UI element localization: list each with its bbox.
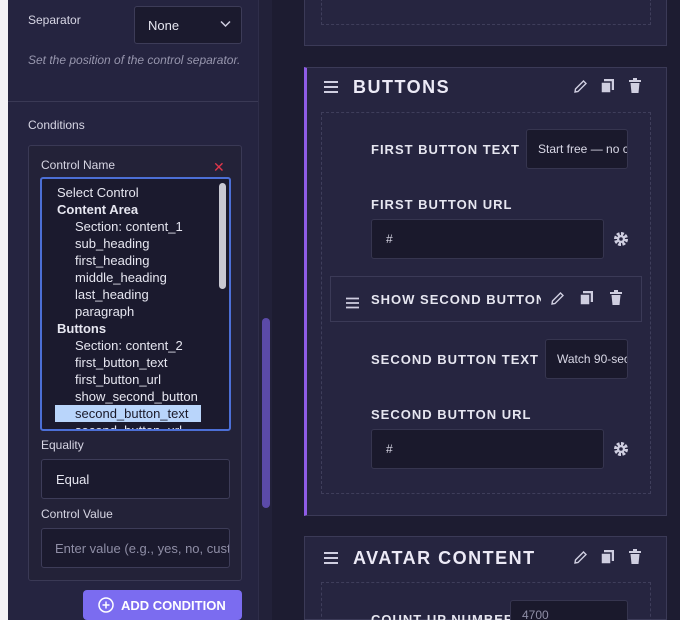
listbox-option[interactable]: second_button_url [75,422,182,429]
listbox-option[interactable]: second_button_text [55,405,201,422]
listbox-option[interactable]: sub_heading [75,235,149,252]
listbox-option: Content Area [57,202,139,217]
listbox-option: Buttons [57,321,107,336]
control-name-listbox[interactable]: Select Control Content Area Section: conte… [40,177,231,431]
panel-scrollbar-thumb[interactable] [262,318,270,508]
duplicate-icon[interactable] [600,78,615,94]
listbox-option[interactable]: Section: content_1 [75,218,183,235]
second-button-text-input[interactable]: Watch 90-second demo [545,339,628,379]
separator-value: None [148,18,180,33]
listbox-option[interactable]: middle_heading [75,269,167,286]
first-button-url-label: FIRST BUTTON URL [371,197,513,212]
previous-section-body [321,0,651,25]
separator-label: Separator [28,13,81,27]
section-divider [8,101,258,102]
trash-icon[interactable] [628,78,642,94]
control-value-input[interactable]: Enter value (e.g., yes, no, custom) [41,528,230,568]
equality-select[interactable]: Equal [41,459,230,499]
add-condition-label: ADD CONDITION [121,598,226,613]
listbox-option[interactable]: show_second_button [75,388,198,405]
gear-icon[interactable] [613,231,629,247]
drag-handle-icon[interactable] [323,80,339,94]
chevron-down-icon [220,20,231,28]
listbox-option[interactable]: first_heading [75,252,149,269]
remove-condition-icon[interactable]: ✕ [213,159,225,176]
pencil-icon[interactable] [550,291,565,306]
window-edge [0,0,8,620]
count-up-input[interactable]: 4700 [510,600,628,620]
duplicate-icon[interactable] [579,290,594,306]
count-up-label: COUNT UP NUMBER [371,612,515,620]
second-button-url-label: SECOND BUTTON URL [371,407,532,422]
listbox-option[interactable]: paragraph [75,303,134,320]
second-button-text-label: SECOND BUTTON TEXT [371,352,539,367]
listbox-option[interactable]: Section: content_2 [75,337,183,354]
panel-scrollbar-track [258,0,272,620]
conditions-title: Conditions [28,118,85,132]
add-condition-button[interactable]: ADD CONDITION [83,590,242,620]
drag-handle-icon[interactable] [323,551,339,565]
control-value-placeholder: Enter value (e.g., yes, no, custom) [55,541,229,556]
first-button-url-input[interactable]: # [371,219,604,259]
duplicate-icon[interactable] [600,549,615,565]
gear-icon[interactable] [613,441,629,457]
plus-circle-icon [98,597,114,613]
equality-value: Equal [56,472,90,487]
separator-select[interactable]: None [134,6,242,44]
avatar-content-title: AVATAR CONTENT [353,548,536,568]
listbox-scrollbar[interactable] [219,183,226,289]
control-value-label: Control Value [41,507,113,521]
listbox-option[interactable]: Select Control [57,184,139,201]
listbox-option[interactable]: first_button_url [75,371,161,388]
buttons-section-title: BUTTONS [353,77,451,97]
drag-handle-icon[interactable] [345,297,360,309]
control-name-label: Control Name [41,158,116,172]
show-second-button-label: SHOW SECOND BUTTON [371,292,541,307]
listbox-option[interactable]: last_heading [75,286,149,303]
first-button-text-input[interactable]: Start free — no card [526,129,628,169]
trash-icon[interactable] [609,290,623,306]
first-button-text-label: FIRST BUTTON TEXT [371,142,520,157]
equality-label: Equality [41,438,84,452]
trash-icon[interactable] [628,549,642,565]
second-button-url-input[interactable]: # [371,429,604,469]
separator-help-text: Set the position of the control separato… [28,53,241,67]
listbox-option[interactable]: first_button_text [75,354,168,371]
pencil-icon[interactable] [573,550,588,565]
pencil-icon[interactable] [573,79,588,94]
